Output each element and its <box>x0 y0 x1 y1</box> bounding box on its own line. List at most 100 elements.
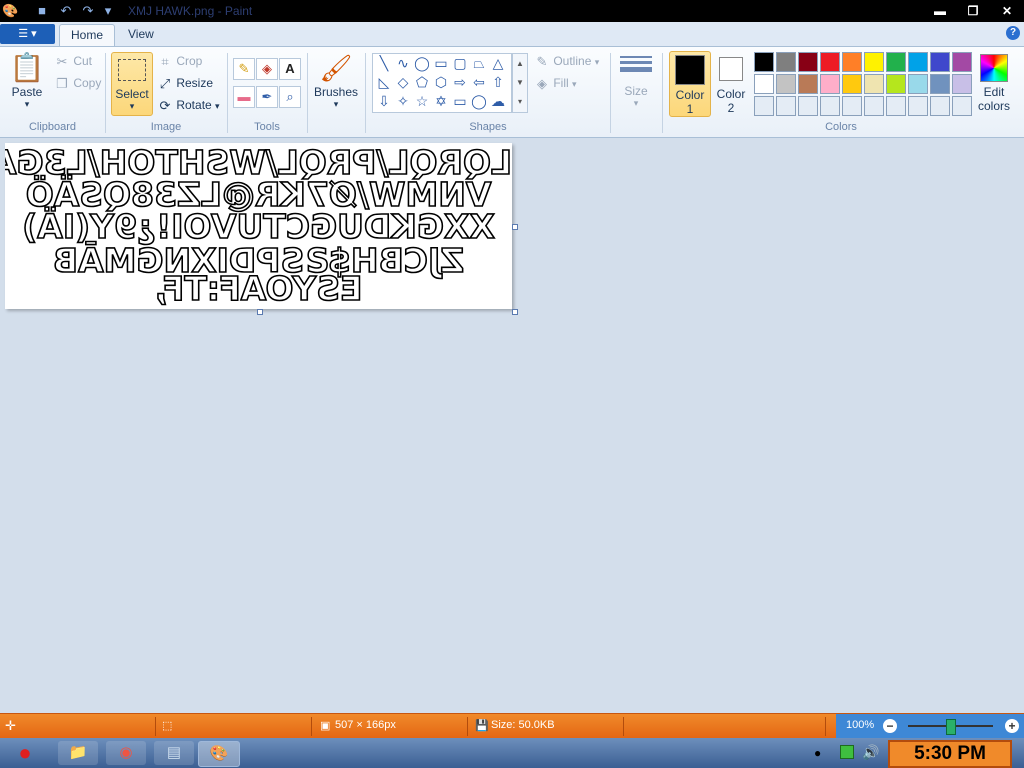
zoom-slider-thumb[interactable] <box>946 719 956 735</box>
line-shape-icon[interactable]: ╲ <box>375 54 393 72</box>
text-tool-icon[interactable]: A <box>279 58 301 80</box>
save-icon[interactable]: ■ <box>34 3 50 19</box>
left-arrow-shape-icon[interactable]: ⇦ <box>470 73 488 91</box>
fill-bucket-icon[interactable]: ◈ <box>256 58 278 80</box>
rectangle-shape-icon[interactable]: ▭ <box>432 54 450 72</box>
hexagon-shape-icon[interactable]: ⬡ <box>432 73 450 91</box>
resize-handle-right[interactable] <box>512 224 518 230</box>
color-swatch[interactable] <box>798 52 818 72</box>
outline-button[interactable]: ✎ Outline ▾ <box>534 52 600 70</box>
color-swatch[interactable] <box>930 74 950 94</box>
select-button[interactable]: Select ▾ <box>111 52 153 116</box>
taskbar-clock[interactable]: 5:30 PM <box>888 740 1012 768</box>
tab-home[interactable]: Home <box>59 24 116 46</box>
fill-button[interactable]: ◈ Fill ▾ <box>534 74 577 92</box>
restore-button[interactable]: ❐ <box>960 3 986 19</box>
rounded-rectangle-shape-icon[interactable]: ▢ <box>451 54 469 72</box>
color-swatch[interactable] <box>952 96 972 116</box>
color-swatch[interactable] <box>886 96 906 116</box>
right-triangle-shape-icon[interactable]: ◺ <box>375 73 393 91</box>
chrome-icon[interactable]: ◉ <box>106 741 146 765</box>
color-swatch[interactable] <box>908 52 928 72</box>
color-swatch[interactable] <box>864 52 884 72</box>
redo-icon[interactable]: ↷ <box>80 3 96 19</box>
tab-view[interactable]: View <box>117 24 165 45</box>
start-button-angry-bird-icon[interactable]: ● <box>2 738 48 768</box>
diamond-shape-icon[interactable]: ◇ <box>394 73 412 91</box>
down-arrow-shape-icon[interactable]: ⇩ <box>375 92 393 110</box>
color-swatch[interactable] <box>820 74 840 94</box>
tray-record-icon[interactable]: ● <box>814 746 821 760</box>
color1-button[interactable]: Color 1 <box>669 51 711 117</box>
color2-button[interactable]: Color 2 <box>713 51 749 115</box>
color-swatch[interactable] <box>754 74 774 94</box>
rotate-button[interactable]: ⟳ Rotate ▾ <box>157 96 220 114</box>
curve-shape-icon[interactable]: ∿ <box>394 54 412 72</box>
color-swatch[interactable] <box>820 52 840 72</box>
paint-taskbar-icon[interactable]: 🎨 <box>198 741 240 767</box>
five-point-star-shape-icon[interactable]: ☆ <box>413 92 431 110</box>
six-point-star-shape-icon[interactable]: ✡ <box>432 92 450 110</box>
callout-rect-shape-icon[interactable]: ▭ <box>451 92 469 110</box>
right-arrow-shape-icon[interactable]: ⇨ <box>451 73 469 91</box>
color-swatch[interactable] <box>754 96 774 116</box>
resize-handle-bottom[interactable] <box>257 309 263 315</box>
tray-network-icon[interactable] <box>840 745 854 759</box>
minimize-button[interactable]: ▬ <box>927 3 953 19</box>
color-swatch[interactable] <box>842 96 862 116</box>
magnifier-icon[interactable]: ⌕ <box>279 86 301 108</box>
color-swatch[interactable] <box>864 96 884 116</box>
size-button[interactable]: Size ▾ <box>617 53 655 109</box>
pencil-icon[interactable]: ✎ <box>233 58 255 80</box>
color-swatch[interactable] <box>820 96 840 116</box>
crop-button[interactable]: ⌗ Crop <box>157 52 202 70</box>
color-swatch[interactable] <box>952 52 972 72</box>
up-arrow-shape-icon[interactable]: ⇧ <box>489 73 507 91</box>
brushes-button[interactable]: 🖌 Brushes ▾ <box>313 51 359 110</box>
four-point-star-shape-icon[interactable]: ✧ <box>394 92 412 110</box>
color-swatch[interactable] <box>842 52 862 72</box>
quick-access-dropdown-icon[interactable]: ▾ <box>100 3 116 19</box>
color-swatch[interactable] <box>776 74 796 94</box>
close-button[interactable]: ✕ <box>994 3 1020 19</box>
color-swatch[interactable] <box>908 96 928 116</box>
color-swatch[interactable] <box>754 52 774 72</box>
pentagon-shape-icon[interactable]: ⬠ <box>413 73 431 91</box>
resize-handle-corner[interactable] <box>512 309 518 315</box>
color-swatch[interactable] <box>886 52 906 72</box>
help-icon[interactable]: ? <box>1006 26 1020 40</box>
color-swatch[interactable] <box>908 74 928 94</box>
oval-shape-icon[interactable]: ◯ <box>413 54 431 72</box>
paint-app-icon[interactable]: 🎨 <box>2 3 18 19</box>
notepad-icon[interactable]: ▤ <box>154 741 194 765</box>
resize-button[interactable]: ⤢ Resize <box>157 74 213 92</box>
color-swatch[interactable] <box>886 74 906 94</box>
color-swatch[interactable] <box>842 74 862 94</box>
tray-volume-icon[interactable]: 🔊 <box>862 744 879 761</box>
undo-icon[interactable]: ↶ <box>58 3 74 19</box>
color-swatch[interactable] <box>776 52 796 72</box>
zoom-out-icon[interactable]: − <box>883 719 897 733</box>
eraser-icon[interactable]: ▬ <box>233 86 255 108</box>
color-swatch[interactable] <box>930 52 950 72</box>
copy-button[interactable]: ❐ Copy <box>54 74 101 92</box>
paste-button[interactable]: 📋 Paste ▾ <box>8 51 46 110</box>
zoom-in-icon[interactable]: + <box>1005 719 1019 733</box>
polygon-shape-icon[interactable]: ⏢ <box>470 54 488 72</box>
color-swatch[interactable] <box>952 74 972 94</box>
file-explorer-icon[interactable]: 📁 <box>58 741 98 765</box>
shapes-scroll[interactable]: ▲ ▼ ▾ <box>512 53 528 113</box>
cut-button[interactable]: ✂ Cut <box>54 52 92 70</box>
color-swatch[interactable] <box>776 96 796 116</box>
color-picker-icon[interactable]: ✒ <box>256 86 278 108</box>
color-swatch[interactable] <box>864 74 884 94</box>
color-swatch[interactable] <box>930 96 950 116</box>
color-swatch[interactable] <box>798 96 818 116</box>
callout-oval-shape-icon[interactable]: ◯ <box>470 92 488 110</box>
color-swatch[interactable] <box>798 74 818 94</box>
file-menu-button[interactable]: ☰ ▾ <box>0 24 55 44</box>
edit-colors-button[interactable]: Edit colors <box>977 51 1011 115</box>
drawing-canvas[interactable]: LQRQL/PRQL/WSHTOH/L3GA%ÄÖ VNMW/Ø7KR@LZ38… <box>5 143 512 309</box>
triangle-shape-icon[interactable]: △ <box>489 54 507 72</box>
cloud-shape-icon[interactable]: ☁ <box>489 92 507 110</box>
